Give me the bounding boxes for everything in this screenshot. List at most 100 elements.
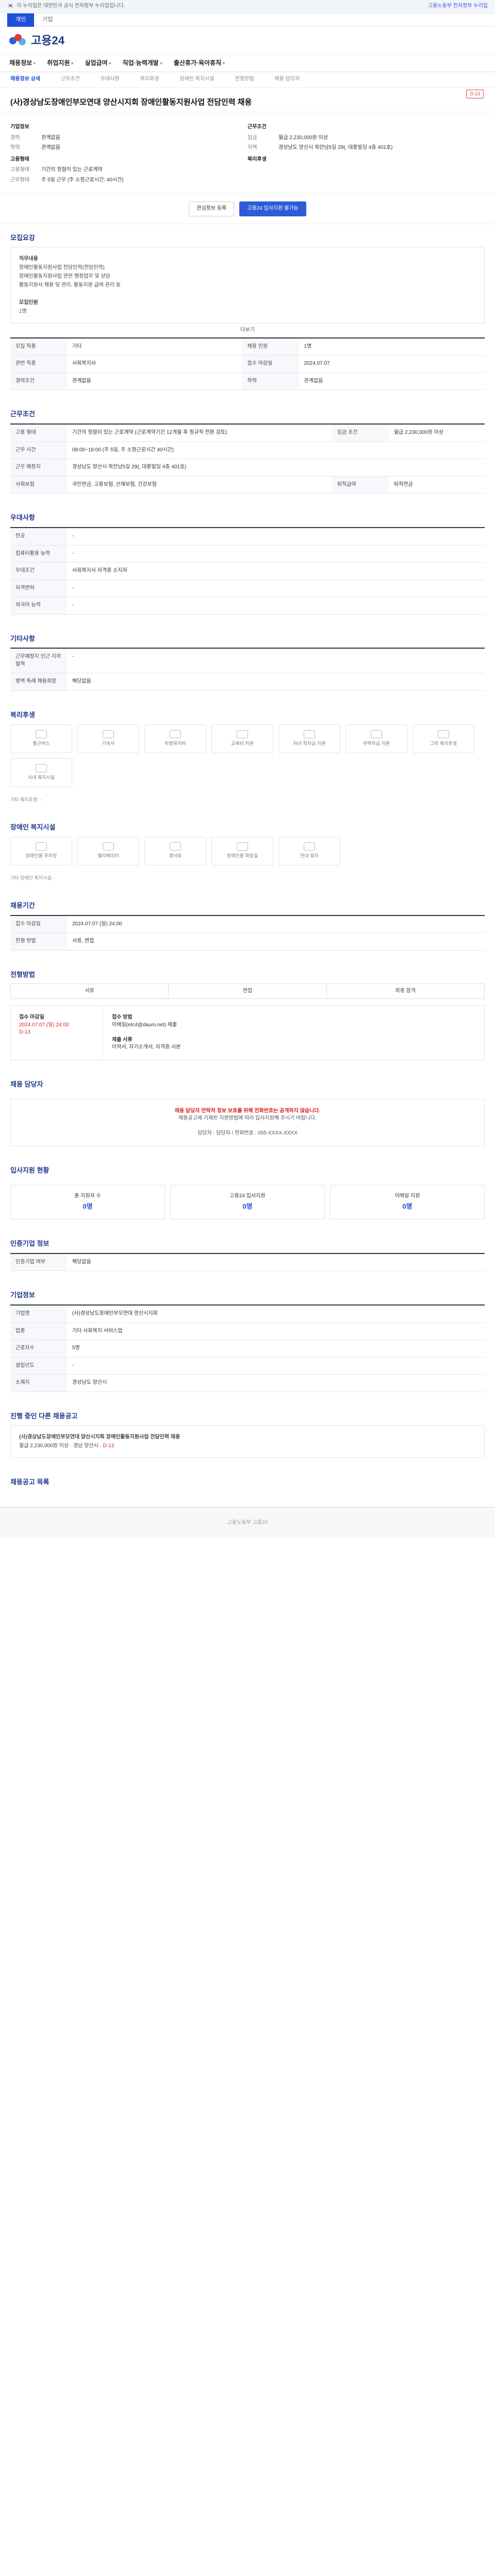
period-value: 2024.07.07 (일) 24:00 — [67, 914, 485, 933]
tab-personal[interactable]: 개인 — [7, 13, 35, 27]
nav-item-jobs[interactable]: 채용정보 — [9, 59, 36, 67]
meta-table: 모집 직종 기타 채용 인원 1명 관련 직종 사회복지사 접수 마감일 2024.07.0… — [10, 337, 485, 391]
main-nav: 채용정보 취업지원 실업급여 직업·능력개발 출산휴가·육아휴직 — [0, 55, 495, 72]
section-title-cond: 근무조건 — [10, 410, 35, 418]
contact-phone-label: 전화번호 — [235, 1130, 254, 1137]
contact-phone: 055-XXXX-XXXX — [258, 1130, 298, 1137]
deadline-dday: D-13 — [19, 1029, 30, 1036]
company-key: 설립년도 — [10, 1357, 67, 1375]
meta-key: 채용 인원 — [242, 337, 299, 356]
subnav-item[interactable]: 채용정보 상세 — [10, 76, 40, 83]
nav-item-support[interactable]: 취업지원 — [47, 59, 73, 67]
action-buttons: 관심정보 등록 고용24 입사지원 불가능 — [0, 194, 495, 224]
section-title-list[interactable]: 채용공고 목록 — [0, 1468, 495, 1492]
cond-key: 근무 시간 — [10, 441, 67, 460]
welfare-icons: 통근버스 기숙사 차량유지비 교육비 지원 자녀 학자금 지원 주택자금 지원 … — [10, 724, 485, 792]
pref-key: 컴퓨터활용 능력 — [10, 545, 67, 563]
section-nav: 채용정보 상세 근무조건 우대사항 복리후생 장애인 복지시설 전형방법 채용 … — [0, 72, 495, 88]
subnav-item[interactable]: 채용 담당자 — [274, 76, 300, 83]
detail-h2: 모집인원 — [19, 300, 38, 306]
parking-icon — [36, 842, 47, 851]
tab-company[interactable]: 기업 — [34, 16, 61, 24]
subnav-item[interactable]: 장애인 복지시설 — [179, 76, 214, 83]
logo-icon[interactable] — [9, 33, 27, 47]
pref-value: - — [67, 579, 485, 598]
cond-value: 월급 2,230,000원 이상 — [388, 423, 485, 442]
recruit-box: 접수 마감일 2024.07.07 (일) 24:00 D-13 접수 방법 이… — [10, 1005, 485, 1060]
section-title-pref: 우대사항 — [10, 514, 35, 522]
emp-heading: 고용형태 — [10, 156, 29, 162]
career-label: 경력 — [10, 134, 20, 141]
welfare-item: 차량유지비 — [144, 724, 206, 753]
contact-name-label: 담당자 — [197, 1130, 212, 1137]
section-title-company: 기업정보 — [10, 1291, 35, 1299]
mode-tabs: 개인 기업 — [0, 13, 495, 27]
disab-item: 장애인용 주차장 — [10, 836, 72, 866]
ramp-icon — [170, 842, 181, 851]
pref-value: - — [67, 527, 485, 546]
section-title-other: 진행 중인 다른 채용공고 — [10, 1412, 78, 1420]
welfare-heading: 복리후생 — [248, 156, 267, 162]
job-title: (사)경상남도장애인부모연대 양산시지회 장애인활동지원사업 전담인력 채용 — [10, 98, 252, 107]
subnav-item[interactable]: 전형방법 — [235, 76, 254, 83]
contact-box: 채용 담당자 연락처 정보 보호를 위해 전화번호는 공개하지 않습니다. 채용… — [10, 1098, 485, 1146]
company-value: (사)경상남도장애인부모연대 양산시지회 — [67, 1304, 485, 1323]
nav-item-training[interactable]: 직업·능력개발 — [123, 59, 162, 67]
gift-icon — [438, 730, 449, 739]
detail-p3: 활동지원사 채용 및 관리, 활동지원 급여 관리 등 — [19, 282, 121, 289]
scrap-button[interactable]: 관심정보 등록 — [189, 201, 235, 216]
other-job-title[interactable]: (사)경상남도장애인부모연대 양산시지회 장애인활동지원사업 전담인력 채용 — [19, 1434, 180, 1440]
company-value: 기타 사회복지 서비스업 — [67, 1322, 485, 1341]
process-step: 최종 합격 — [395, 988, 416, 994]
company-value: - — [67, 1357, 485, 1375]
subnav-item[interactable]: 우대사항 — [101, 76, 120, 83]
salary-label: 임금 — [248, 134, 257, 141]
detail-box: 직무내용 장애인활동지원사업 전담인력(전담인력) 장애인활동지원사업 관련 행… — [10, 247, 485, 324]
cert-key: 인증기업 여부 — [10, 1252, 67, 1272]
cert-table: 인증기업 여부 해당없음 — [10, 1252, 485, 1272]
disab-note: 기타 장애인 복지시설: - — [10, 875, 56, 880]
welfare-item: 그외 복리후생 — [412, 724, 474, 753]
method-value: 이메일(etc4@daum.net) 제출 — [112, 1022, 177, 1028]
logo-text[interactable]: 고용24 — [31, 32, 64, 49]
method-label: 접수 방법 — [112, 1014, 133, 1021]
nav-item-benefit[interactable]: 실업급여 — [85, 59, 111, 67]
section-title-cert: 인증기업 정보 — [10, 1239, 50, 1247]
pref-key: 전공 — [10, 527, 67, 546]
footer: 고용노동부 고용24 — [0, 1507, 495, 1538]
header: 고용24 — [0, 27, 495, 55]
meta-key: 관련 직종 — [10, 355, 67, 373]
cond-key: 사회보험 — [10, 476, 67, 494]
region-value: 경상남도 양산시 북안남5길 29(, 대흥빌딩 4층 401호) — [278, 145, 393, 150]
subnav-item[interactable]: 복리후생 — [140, 76, 159, 83]
pref-value: - — [67, 597, 485, 615]
pref-value: 사회복지사 자격증 소지자 — [67, 562, 485, 580]
pref-table: 전공 - 컴퓨터활용 능력 - 우대조건 사회복지사 자격증 소지자 자격면허 - 외국… — [10, 527, 485, 615]
cond-table: 고용 형태 기간의 정함이 있는 근로계약 (근로계약기간 12개월 후 정규직 … — [10, 423, 485, 494]
gov-link[interactable]: 고용노동부 전자정부 누리집 — [428, 3, 488, 10]
cert-value: 해당없음 — [67, 1252, 485, 1272]
other-job-card[interactable]: (사)경상남도장애인부모연대 양산시지회 장애인활동지원사업 전담인력 채용 월… — [10, 1425, 485, 1459]
bus-icon — [36, 730, 47, 739]
nav-item-leave[interactable]: 출산휴가·육아휴직 — [174, 59, 225, 67]
cond-key: 퇴직급여 — [332, 476, 389, 494]
company-heading: 기업정보 — [10, 124, 29, 130]
pref-key: 외국어 능력 — [10, 597, 67, 615]
braille-icon — [304, 842, 315, 851]
meta-key: 학력 — [242, 372, 299, 391]
job-title-area: (사)경상남도장애인부모연대 양산시지회 장애인활동지원사업 전담인력 채용 D… — [0, 88, 495, 112]
apply-button[interactable]: 고용24 입사지원 불가능 — [239, 201, 306, 216]
more-button[interactable]: 더보기 — [0, 324, 495, 337]
cond-key: 고용 형태 — [10, 423, 67, 442]
etc-value: - — [67, 648, 485, 674]
edu-label: 학력 — [10, 145, 20, 150]
disab-item: 경사로 — [144, 836, 206, 866]
subnav-item[interactable]: 근무조건 — [61, 76, 80, 83]
company-key: 기업명 — [10, 1304, 67, 1323]
meta-value: 관계없음 — [299, 372, 485, 391]
meta-value: 관계없음 — [67, 372, 242, 391]
pref-value: - — [67, 545, 485, 563]
dorm-icon — [103, 730, 114, 739]
flag-icon: 🇰🇷 — [7, 3, 14, 9]
meta-value: 1명 — [299, 337, 485, 356]
